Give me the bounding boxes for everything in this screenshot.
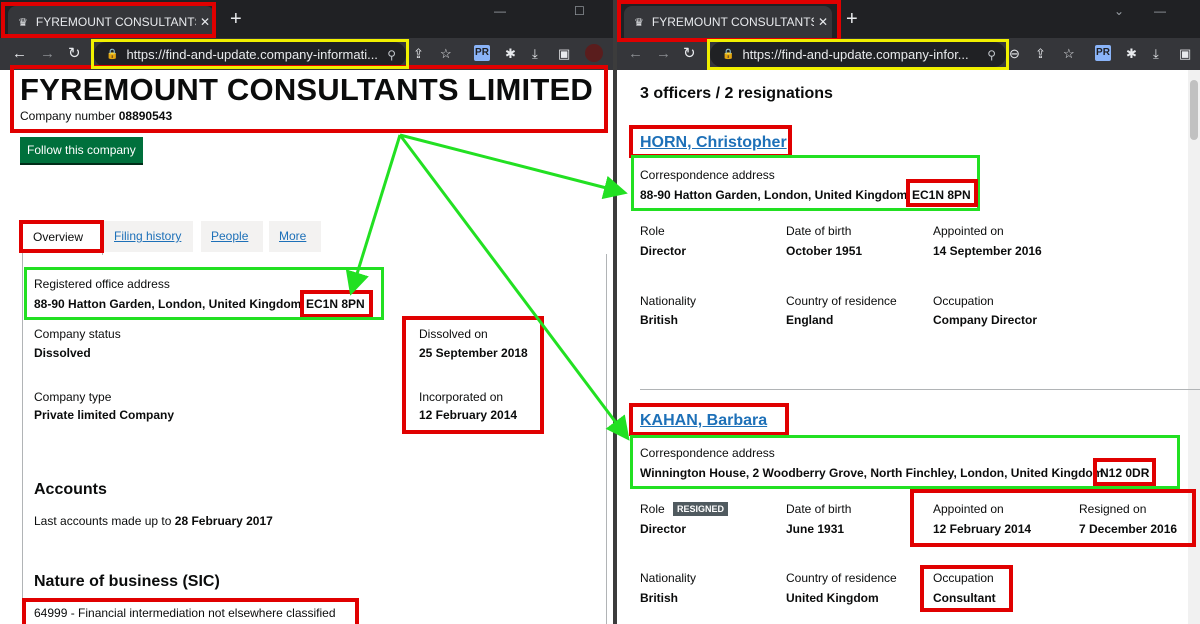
pr-extension-icon[interactable]: PR — [474, 45, 490, 61]
extensions-icon[interactable]: ✱ — [505, 46, 516, 62]
share-icon[interactable]: ⇪ — [1035, 46, 1046, 62]
sic-heading: Nature of business (SIC) — [34, 573, 220, 590]
minimize-icon[interactable]: — — [1154, 4, 1166, 18]
company-status-value: Dissolved — [34, 346, 91, 360]
profile-avatar-icon[interactable] — [585, 44, 603, 62]
reload-icon[interactable]: ↻ — [68, 44, 81, 64]
zoom-icon[interactable]: ⊖ — [1009, 46, 1020, 62]
highlight-url — [91, 39, 409, 69]
highlight-right-tab — [617, 0, 841, 42]
tab-people[interactable]: People — [201, 221, 263, 252]
scrollbar-thumb[interactable] — [1190, 80, 1198, 140]
extensions-icon[interactable]: ✱ — [1126, 46, 1137, 62]
follow-company-button[interactable]: Follow this company — [20, 137, 143, 163]
officer2-nationality: British — [640, 591, 679, 605]
forward-icon[interactable]: → — [40, 44, 55, 64]
highlight-officer1-postcode — [906, 179, 978, 207]
left-browser-window: ♛ FYREMOUNT CONSULTANTS LIMI ✕ + — ☐ ← →… — [0, 0, 613, 624]
accounts-heading: Accounts — [34, 481, 107, 498]
company-type-value: Private limited Company — [34, 408, 175, 422]
company-type-label: Company type — [34, 390, 112, 404]
officer2-residence: United Kingdom — [786, 591, 879, 605]
star-icon[interactable]: ☆ — [440, 46, 452, 62]
officer1-nationality-label: Nationality — [640, 294, 697, 308]
officer1-residence: England — [786, 313, 834, 327]
officer1-occupation: Company Director — [933, 313, 1038, 327]
sidebar-icon[interactable]: ▣ — [558, 46, 570, 62]
highlight-officer1-name — [629, 125, 792, 158]
back-icon[interactable]: ← — [12, 44, 27, 64]
reload-icon[interactable]: ↻ — [683, 44, 696, 64]
resigned-badge: RESIGNED — [673, 502, 729, 516]
highlight-officer2-name — [629, 403, 789, 436]
sidebar-icon[interactable]: ▣ — [1179, 46, 1191, 62]
star-icon[interactable]: ☆ — [1063, 46, 1075, 62]
highlight-officer2-dates — [910, 489, 1196, 547]
highlight-overview-tab — [19, 220, 104, 253]
forward-icon[interactable]: → — [656, 44, 671, 64]
highlight-officer2-occupation — [920, 565, 1013, 612]
officer1-role: Director — [640, 244, 687, 258]
highlight-dates — [402, 316, 544, 434]
maximize-icon[interactable]: ☐ — [574, 4, 585, 18]
highlight-sic — [22, 598, 359, 624]
tab-more[interactable]: More — [269, 221, 321, 252]
officer2-role: Director — [640, 522, 687, 536]
back-icon[interactable]: ← — [628, 44, 643, 64]
new-tab-icon[interactable]: + — [846, 9, 858, 29]
right-browser-window: ♛ FYREMOUNT CONSULTANTS LIM ✕ + ⌄ — ← → … — [617, 0, 1200, 624]
officer1-appointed-label: Appointed on — [933, 224, 1004, 238]
officer1-role-label: Role — [640, 224, 665, 238]
officer2-dob-label: Date of birth — [786, 502, 852, 516]
minimize-icon[interactable]: — — [494, 4, 506, 18]
officer1-residence-label: Country of residence — [786, 294, 897, 308]
officer2-residence-label: Country of residence — [786, 571, 897, 585]
dropdown-icon[interactable]: ⌄ — [1114, 4, 1124, 18]
pr-extension-icon[interactable]: PR — [1095, 45, 1111, 61]
officer1-dob-label: Date of birth — [786, 224, 852, 238]
highlight-registered-office — [24, 267, 384, 320]
highlight-officer2-postcode — [1093, 458, 1156, 486]
officer1-appointed: 14 September 2016 — [933, 244, 1042, 258]
tab-filing-history[interactable]: Filing history — [104, 221, 193, 252]
new-tab-icon[interactable]: + — [230, 9, 242, 29]
officer2-nationality-label: Nationality — [640, 571, 697, 585]
download-icon[interactable]: ⤓ — [532, 46, 538, 62]
highlight-company-name — [10, 65, 608, 133]
download-icon[interactable]: ⤓ — [1153, 46, 1159, 62]
share-icon[interactable]: ⇪ — [413, 46, 424, 62]
highlight-url — [707, 39, 1009, 70]
officer1-dob: October 1951 — [786, 244, 863, 258]
officers-heading: 3 officers / 2 resignations — [640, 85, 833, 102]
company-status-label: Company status — [34, 327, 121, 341]
officer1-nationality: British — [640, 313, 679, 327]
highlight-left-tab — [1, 2, 216, 38]
officer1-occupation-label: Occupation — [933, 294, 994, 308]
officer2-dob: June 1931 — [786, 522, 845, 536]
officer2-role-label: Role — [640, 502, 665, 516]
accounts-date: 28 February 2017 — [174, 514, 273, 528]
section-divider — [640, 389, 1200, 390]
accounts-text: Last accounts made up to 28 February 201… — [34, 514, 273, 528]
